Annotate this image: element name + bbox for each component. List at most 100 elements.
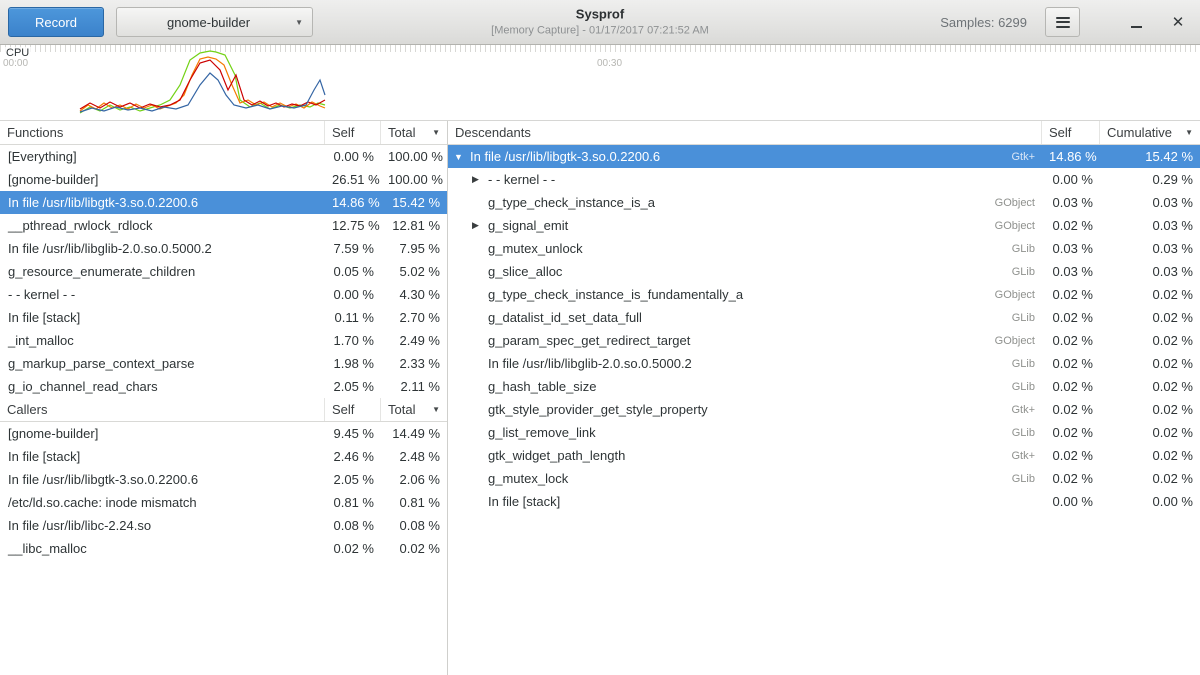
cumulative-value: 0.02 %: [1100, 287, 1200, 302]
table-row[interactable]: In file /usr/lib/libgtk-3.so.0.2200.62.0…: [0, 468, 447, 491]
minimize-button[interactable]: [1122, 8, 1150, 36]
process-selector[interactable]: gnome-builder ▼: [116, 7, 313, 37]
cpu-usage-graph: [0, 45, 1200, 121]
descendant-row[interactable]: g_datalist_id_set_data_fullGLib0.02 %0.0…: [448, 306, 1200, 329]
hamburger-icon: [1056, 14, 1070, 30]
library-badge: GLib: [1002, 358, 1035, 370]
self-value: 0.02 %: [1042, 448, 1100, 463]
cpu-orange-line: [80, 57, 325, 111]
table-row[interactable]: __libc_malloc0.02 %0.02 %: [0, 537, 447, 560]
descendant-row[interactable]: g_list_remove_linkGLib0.02 %0.02 %: [448, 421, 1200, 444]
descendant-row[interactable]: g_param_spec_get_redirect_targetGObject0…: [448, 329, 1200, 352]
library-badge: GObject: [985, 197, 1035, 209]
self-column-header[interactable]: Self: [325, 121, 381, 144]
table-row[interactable]: In file [stack]2.46 %2.48 %: [0, 445, 447, 468]
function-name: g_type_check_instance_is_fundamentally_a: [488, 287, 743, 302]
callers-total-column-label: Total: [388, 402, 415, 417]
self-value: 0.03 %: [1042, 241, 1100, 256]
descendant-row[interactable]: ▼In file /usr/lib/libgtk-3.so.0.2200.6Gt…: [448, 145, 1200, 168]
library-badge: GLib: [1002, 266, 1035, 278]
table-row[interactable]: In file /usr/lib/libc-2.24.so0.08 %0.08 …: [0, 514, 447, 537]
total-value: 15.42 %: [381, 195, 447, 210]
function-name: gtk_widget_path_length: [488, 448, 625, 463]
menu-button[interactable]: [1045, 7, 1080, 37]
table-row[interactable]: g_markup_parse_context_parse1.98 %2.33 %: [0, 352, 447, 375]
self-value: 0.02 %: [325, 541, 381, 556]
descendant-row[interactable]: ▶- - kernel - -0.00 %0.29 %: [448, 168, 1200, 191]
table-row[interactable]: _int_malloc1.70 %2.49 %: [0, 329, 447, 352]
function-name: In file /usr/lib/libglib-2.0.so.0.5000.2: [488, 356, 692, 371]
descendant-row[interactable]: gtk_widget_path_lengthGtk+0.02 %0.02 %: [448, 444, 1200, 467]
table-row[interactable]: /etc/ld.so.cache: inode mismatch0.81 %0.…: [0, 491, 447, 514]
function-name: g_hash_table_size: [488, 379, 596, 394]
total-value: 100.00 %: [381, 172, 447, 187]
descendant-row[interactable]: In file /usr/lib/libglib-2.0.so.0.5000.2…: [448, 352, 1200, 375]
descendant-row[interactable]: g_type_check_instance_is_fundamentally_a…: [448, 283, 1200, 306]
table-row[interactable]: [gnome-builder]26.51 %100.00 %: [0, 168, 447, 191]
table-row[interactable]: __pthread_rwlock_rdlock12.75 %12.81 %: [0, 214, 447, 237]
function-name: g_io_channel_read_chars: [0, 379, 325, 394]
self-value: 1.70 %: [325, 333, 381, 348]
descendant-row[interactable]: In file [stack]0.00 %0.00 %: [448, 490, 1200, 513]
table-row[interactable]: In file /usr/lib/libglib-2.0.so.0.5000.2…: [0, 237, 447, 260]
table-row[interactable]: In file /usr/lib/libgtk-3.so.0.2200.614.…: [0, 191, 447, 214]
table-row[interactable]: - - kernel - -0.00 %4.30 %: [0, 283, 447, 306]
cumulative-value: 15.42 %: [1100, 149, 1200, 164]
descendant-row[interactable]: g_type_check_instance_is_aGObject0.03 %0…: [448, 191, 1200, 214]
library-badge: Gtk+: [1001, 151, 1035, 163]
self-value: 0.02 %: [1042, 218, 1100, 233]
total-value: 14.49 %: [381, 426, 447, 441]
cumulative-value: 0.02 %: [1100, 333, 1200, 348]
descendant-row[interactable]: gtk_style_provider_get_style_propertyGtk…: [448, 398, 1200, 421]
descendant-row[interactable]: g_mutex_unlockGLib0.03 %0.03 %: [448, 237, 1200, 260]
callers-self-column-header[interactable]: Self: [325, 398, 381, 421]
expander-closed-icon[interactable]: ▶: [472, 174, 488, 185]
function-name: __pthread_rwlock_rdlock: [0, 218, 325, 233]
descendant-row[interactable]: ▶g_signal_emitGObject0.02 %0.03 %: [448, 214, 1200, 237]
descendant-row[interactable]: g_slice_allocGLib0.03 %0.03 %: [448, 260, 1200, 283]
function-name: g_signal_emit: [488, 218, 568, 233]
descendants-column-header[interactable]: Descendants: [448, 121, 1042, 144]
table-row[interactable]: [gnome-builder]9.45 %14.49 %: [0, 422, 447, 445]
table-row[interactable]: g_io_channel_read_chars2.05 %2.11 %: [0, 375, 447, 398]
callers-column-header[interactable]: Callers: [0, 398, 325, 421]
table-row[interactable]: [Everything]0.00 %100.00 %: [0, 145, 447, 168]
table-row[interactable]: g_resource_enumerate_children0.05 %5.02 …: [0, 260, 447, 283]
function-name: In file [stack]: [0, 310, 325, 325]
window-title-area: Sysprof [Memory Capture] - 01/17/2017 07…: [491, 6, 709, 37]
cumulative-value: 0.03 %: [1100, 264, 1200, 279]
self-value: 2.46 %: [325, 449, 381, 464]
self-value: 0.02 %: [1042, 402, 1100, 417]
total-value: 100.00 %: [381, 149, 447, 164]
close-button[interactable]: ✕: [1164, 8, 1192, 36]
function-name: In file [stack]: [488, 494, 560, 509]
total-value: 0.02 %: [381, 541, 447, 556]
self-value: 0.02 %: [1042, 471, 1100, 486]
table-row[interactable]: In file [stack]0.11 %2.70 %: [0, 306, 447, 329]
descendant-name-cell: g_mutex_lockGLib: [448, 471, 1042, 486]
total-column-label: Total: [388, 125, 415, 140]
record-button[interactable]: Record: [8, 7, 104, 37]
total-column-header[interactable]: Total ▼: [381, 121, 447, 144]
cumulative-column-header[interactable]: Cumulative ▼: [1100, 121, 1200, 144]
function-name: In file /usr/lib/libglib-2.0.so.0.5000.2: [0, 241, 325, 256]
descendants-table-header: Descendants Self Cumulative ▼: [448, 121, 1200, 145]
functions-column-header[interactable]: Functions: [0, 121, 325, 144]
time-tick-mid: 00:30: [597, 58, 622, 69]
descendant-row[interactable]: g_hash_table_sizeGLib0.02 %0.02 %: [448, 375, 1200, 398]
cpu-timeline[interactable]: CPU 00:00 00:30: [0, 45, 1200, 121]
sort-indicator-icon: ▼: [1185, 128, 1193, 137]
callers-total-column-header[interactable]: Total ▼: [381, 398, 447, 421]
cumulative-column-label: Cumulative: [1107, 125, 1172, 140]
self-value: 0.02 %: [1042, 287, 1100, 302]
descendant-name-cell: g_type_check_instance_is_aGObject: [448, 195, 1042, 210]
descendants-self-column-header[interactable]: Self: [1042, 121, 1100, 144]
descendant-name-cell: g_type_check_instance_is_fundamentally_a…: [448, 287, 1042, 302]
library-badge: GLib: [1002, 427, 1035, 439]
expander-closed-icon[interactable]: ▶: [472, 220, 488, 231]
process-selector-label: gnome-builder: [126, 15, 291, 30]
expander-open-icon[interactable]: ▼: [454, 152, 470, 162]
library-badge: GObject: [985, 335, 1035, 347]
descendant-row[interactable]: g_mutex_lockGLib0.02 %0.02 %: [448, 467, 1200, 490]
total-value: 4.30 %: [381, 287, 447, 302]
